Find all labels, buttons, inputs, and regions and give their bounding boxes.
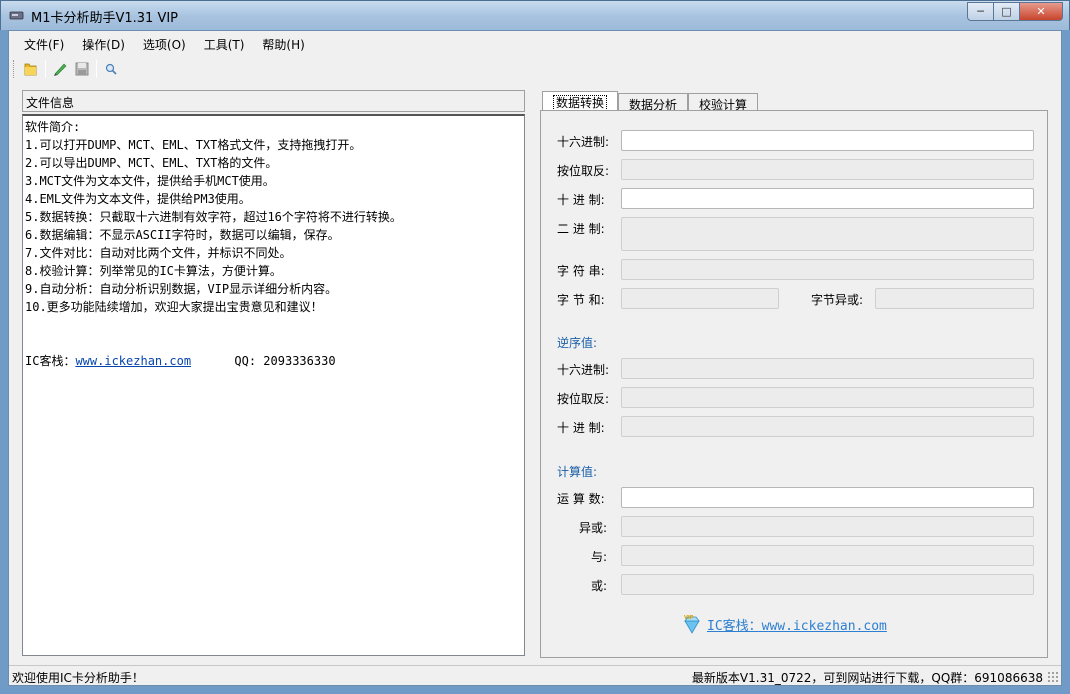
toolbar-separator (96, 60, 97, 78)
invert-label: 按位取反: (557, 164, 610, 178)
hex-label: 十六进制: (557, 135, 610, 149)
search-button[interactable] (100, 58, 122, 80)
folder-open-icon (24, 63, 37, 76)
menu-tools[interactable]: 工具(T) (195, 31, 254, 55)
info-line: 7.文件对比：自动对比两个文件，并标识不同处。 (25, 246, 292, 260)
info-line: 3.MCT文件为文本文件，提供给手机MCT使用。 (25, 174, 275, 188)
menu-bar: 文件(F) 操作(D) 选项(O) 工具(T) 帮助(H) (9, 31, 1061, 55)
operand-label: 运 算 数: (557, 492, 605, 506)
info-line: 6.数据编辑：不显示ASCII字符时，数据可以编辑，保存。 (25, 228, 340, 242)
open-file-button[interactable] (20, 58, 42, 80)
operand-input[interactable] (621, 487, 1034, 508)
hex-input[interactable] (621, 130, 1034, 151)
toolbar-separator (45, 60, 46, 78)
file-info-textarea[interactable]: 软件简介: 1.可以打开DUMP、MCT、EML、TXT格式文件，支持拖拽打开。… (22, 114, 525, 656)
xor-label: 异或: (579, 521, 608, 535)
status-version: 最新版本V1.31_0722，可到网站进行下载，QQ群：691086638 (691, 671, 1043, 685)
save-icon (75, 62, 89, 76)
info-footer: IC客栈：www.ickezhan.com QQ: 2093336330 (25, 352, 522, 370)
or-field (621, 574, 1034, 595)
decimal-input[interactable] (621, 188, 1034, 209)
vip-diamond-icon: VIP (684, 615, 700, 634)
calc-section-label: 计算值: (557, 465, 598, 479)
binary-label: 二 进 制: (557, 222, 605, 236)
xor-field (621, 516, 1034, 537)
reverse-decimal-field (621, 416, 1034, 437)
toolbar (9, 55, 1061, 83)
info-line: 5.数据转换：只截取十六进制有效字符，超过16个字符将不进行转换。 (25, 210, 402, 224)
footer-label: IC客栈： (25, 354, 76, 368)
string-label: 字 符 串: (557, 264, 605, 278)
toolbar-grip[interactable] (13, 60, 16, 78)
tab-strip: 数据转换 数据分析 校验计算 (542, 91, 759, 112)
and-field (621, 545, 1034, 566)
window-title: M1卡分析助手V1.31 VIP (31, 11, 179, 26)
pen-icon (54, 63, 67, 76)
save-button[interactable] (71, 58, 93, 80)
info-line: 软件简介: (25, 120, 81, 134)
brand-text: IC客栈：www.ickezhan.com (707, 618, 887, 634)
website-link[interactable]: www.ickezhan.com (75, 354, 191, 368)
reverse-hex-label: 十六进制: (557, 363, 610, 377)
decimal-label: 十 进 制: (557, 193, 605, 207)
byte-sum-field (621, 288, 779, 309)
byte-xor-label: 字节异或: (811, 293, 864, 307)
brand-link[interactable]: VIP IC客栈：www.ickezhan.com (681, 613, 887, 635)
or-label: 或: (591, 579, 608, 593)
title-bar[interactable]: M1卡分析助手V1.31 VIP ─ □ ✕ (0, 0, 1070, 30)
info-line: 2.可以导出DUMP、MCT、EML、TXT格的文件。 (25, 156, 278, 170)
info-line: 8.校验计算：列举常见的IC卡算法，方便计算。 (25, 264, 282, 278)
tab-data-conversion[interactable]: 数据转换 (542, 91, 619, 112)
resize-grip[interactable] (1047, 671, 1059, 683)
status-welcome: 欢迎使用IC卡分析助手！ (12, 671, 144, 685)
maximize-button[interactable]: □ (993, 2, 1019, 21)
menu-options[interactable]: 选项(O) (134, 31, 195, 55)
close-button[interactable]: ✕ (1019, 2, 1063, 21)
info-line: 1.可以打开DUMP、MCT、EML、TXT格式文件，支持拖拽打开。 (25, 138, 362, 152)
info-line: 10.更多功能陆续增加，欢迎大家提出宝贵意见和建议！ (25, 300, 323, 314)
app-icon (9, 11, 24, 20)
reverse-section-label: 逆序值: (557, 336, 598, 350)
info-line: 9.自动分析：自动分析识别数据，VIP显示详细分析内容。 (25, 282, 338, 296)
invert-field (621, 159, 1034, 180)
reverse-invert-label: 按位取反: (557, 392, 610, 406)
and-label: 与: (591, 550, 608, 564)
edit-button[interactable] (49, 58, 71, 80)
byte-xor-field (875, 288, 1034, 309)
string-field (621, 259, 1034, 280)
info-line: 4.EML文件为文本文件，提供给PM3使用。 (25, 192, 251, 206)
file-info-header: 文件信息 (22, 90, 525, 112)
reverse-decimal-label: 十 进 制: (557, 421, 605, 435)
minimize-button[interactable]: ─ (967, 2, 993, 21)
magnifier-icon (105, 63, 117, 75)
status-bar: 欢迎使用IC卡分析助手！ 最新版本V1.31_0722，可到网站进行下载，QQ群… (9, 665, 1061, 685)
menu-help[interactable]: 帮助(H) (253, 31, 313, 55)
menu-operation[interactable]: 操作(D) (73, 31, 134, 55)
tab-label: 数据转换 (553, 95, 608, 111)
app-client-area: 文件(F) 操作(D) 选项(O) 工具(T) 帮助(H) 文件信息 软件简介:… (8, 30, 1062, 686)
conversion-panel: 十六进制: 按位取反: 十 进 制: 二 进 制: 字 符 串: 字 节 和: … (540, 110, 1048, 658)
qq-number: QQ: 2093336330 (234, 354, 336, 368)
vip-badge-text: VIP (684, 615, 694, 621)
reverse-hex-field (621, 358, 1034, 379)
byte-sum-label: 字 节 和: (557, 293, 605, 307)
menu-file[interactable]: 文件(F) (15, 31, 73, 55)
reverse-invert-field (621, 387, 1034, 408)
binary-field (621, 217, 1034, 251)
